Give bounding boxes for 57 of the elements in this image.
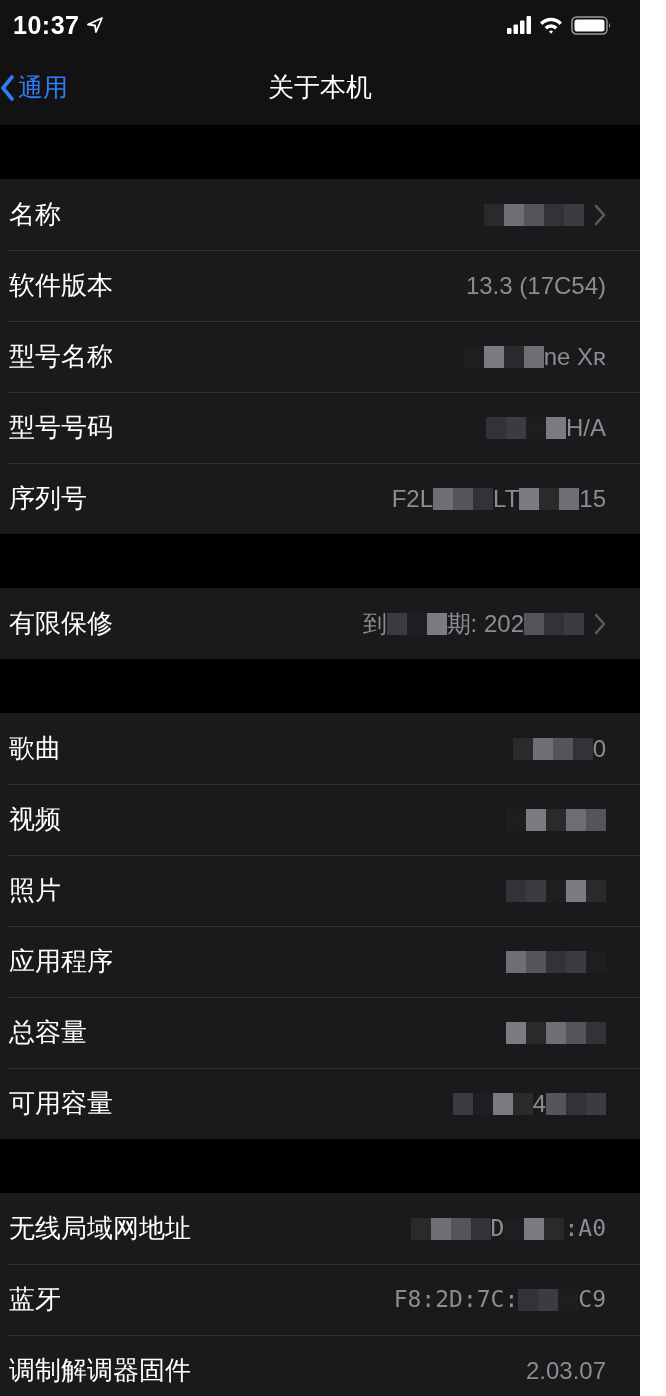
row-value: C9 <box>578 1285 606 1315</box>
pixel-mosaic-icon <box>410 1217 491 1240</box>
status-time: 10:37 <box>13 12 80 38</box>
pixel-mosaic-icon <box>518 1288 579 1311</box>
row-label: 蓝牙 <box>9 1283 61 1316</box>
row-value: H/A <box>566 412 606 443</box>
row-value: 期: 202 <box>446 608 524 639</box>
settings-row[interactable]: 名称 <box>0 179 640 250</box>
row-label: 调制解调器固件 <box>9 1354 191 1387</box>
row-value: 到 <box>362 608 387 639</box>
row-label: 型号号码 <box>9 411 113 444</box>
pixel-mosaic-icon <box>486 416 566 439</box>
row-value: D <box>490 1214 505 1244</box>
row-label: 软件版本 <box>9 269 113 302</box>
row-value: LT <box>493 483 520 514</box>
signal-bars-icon <box>507 16 531 34</box>
row-label: 歌曲 <box>9 732 61 765</box>
row-label: 总容量 <box>9 1016 87 1049</box>
row-label: 视频 <box>9 803 61 836</box>
pixel-mosaic-icon <box>546 1092 606 1115</box>
back-button[interactable]: 通用 <box>0 68 68 107</box>
pixel-mosaic-icon <box>452 1092 533 1115</box>
location-arrow-icon <box>87 17 104 33</box>
row-value: 0 <box>592 733 606 764</box>
row-label: 照片 <box>9 874 61 907</box>
row-value: F2L <box>391 483 434 514</box>
pixel-mosaic-icon <box>506 879 606 902</box>
row-value: 2.03.07 <box>525 1355 606 1386</box>
pixel-mosaic-icon <box>463 345 544 368</box>
chevron-left-icon <box>0 74 14 101</box>
row-label: 可用容量 <box>9 1087 113 1120</box>
row-label: 序列号 <box>9 482 87 515</box>
row-label: 无线局域网地址 <box>9 1212 191 1245</box>
row-label: 型号名称 <box>9 340 113 373</box>
row-label: 名称 <box>9 198 61 231</box>
pixel-mosaic-icon <box>484 203 584 226</box>
wifi-icon <box>539 16 563 34</box>
pixel-mosaic-icon <box>504 1217 565 1240</box>
pixel-mosaic-icon <box>506 808 606 831</box>
row-value: 13.3 (17C54) <box>465 270 606 301</box>
pixel-mosaic-icon <box>519 487 580 510</box>
row-label: 有限保修 <box>9 607 113 640</box>
pixel-mosaic-icon <box>512 737 593 760</box>
pixel-mosaic-icon <box>386 612 447 635</box>
row-value: 4 <box>532 1088 546 1119</box>
row-label: 应用程序 <box>9 945 113 978</box>
pixel-mosaic-icon <box>433 487 494 510</box>
pixel-mosaic-icon <box>506 1021 606 1044</box>
settings-row[interactable]: 有限保修 到 期: 202 <box>0 588 640 659</box>
row-value: ne Xʀ <box>543 341 606 372</box>
row-value: F8:2D:7C: <box>393 1285 519 1315</box>
pixel-mosaic-icon <box>524 612 584 635</box>
page-title: 关于本机 <box>268 71 372 104</box>
row-value: :A0 <box>564 1214 606 1244</box>
row-value: 15 <box>579 483 606 514</box>
battery-icon <box>571 15 612 35</box>
pixel-mosaic-icon <box>506 950 606 973</box>
